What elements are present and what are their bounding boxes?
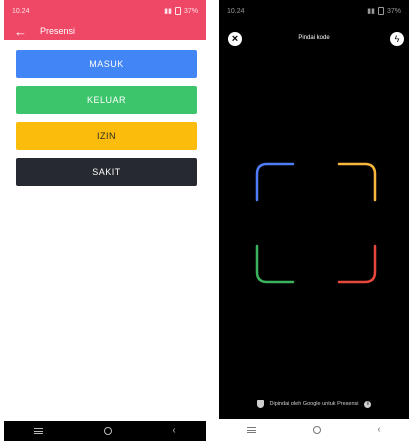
signal-icon: ▮▮ xyxy=(164,8,172,15)
footer-text: Dipindai oleh Google untuk Presensi xyxy=(269,401,359,407)
system-nav-bar: ‹ xyxy=(219,419,409,441)
sakit-button[interactable]: SAKIT xyxy=(16,158,197,186)
recent-apps-icon[interactable] xyxy=(34,428,44,434)
battery-icon xyxy=(377,7,384,15)
frame-corner-bottom-left xyxy=(255,244,295,284)
scanner-screen: 10.24 ▮▮ 37% × Pindai kode ϟ Dipindai ol… xyxy=(219,0,409,441)
nav-back-icon[interactable]: ‹ xyxy=(172,426,175,436)
masuk-button[interactable]: MASUK xyxy=(16,50,197,78)
frame-corner-top-right xyxy=(337,162,377,202)
system-nav-bar: ‹ xyxy=(4,421,206,441)
flash-icon[interactable]: ϟ xyxy=(390,32,404,46)
battery-level: 37% xyxy=(183,7,198,15)
presensi-screen: 10.24 ▮▮ 37% ← Presensi MASUK KELUAR IZI… xyxy=(4,0,206,441)
home-icon[interactable] xyxy=(103,427,112,435)
scanner-footer: Dipindai oleh Google untuk Presensi i xyxy=(219,400,409,408)
status-icons: ▮▮ 37% xyxy=(164,7,198,15)
recent-apps-icon[interactable] xyxy=(247,427,257,433)
info-icon[interactable]: i xyxy=(364,400,372,408)
status-icons: ▮▮ 37% xyxy=(367,7,401,15)
status-time: 10.24 xyxy=(12,7,30,15)
keluar-button[interactable]: KELUAR xyxy=(16,86,197,114)
home-icon[interactable] xyxy=(312,426,321,434)
app-bar: ← Presensi xyxy=(4,22,206,40)
izin-button[interactable]: IZIN xyxy=(16,122,197,150)
back-arrow-icon[interactable]: ← xyxy=(14,25,30,38)
battery-icon xyxy=(174,7,181,15)
signal-icon: ▮▮ xyxy=(367,8,375,15)
shield-icon xyxy=(256,400,264,408)
scan-frame xyxy=(255,162,377,284)
frame-corner-top-left xyxy=(255,162,295,202)
battery-level: 37% xyxy=(386,7,401,15)
scanner-title: Pindai kode xyxy=(298,35,330,41)
frame-corner-bottom-right xyxy=(337,244,377,284)
page-title: Presensi xyxy=(40,26,76,36)
status-bar: 10.24 ▮▮ 37% xyxy=(219,0,409,22)
status-time: 10.24 xyxy=(227,7,245,15)
scanner-header: × Pindai kode ϟ xyxy=(219,28,409,50)
nav-back-icon[interactable]: ‹ xyxy=(377,425,380,435)
status-bar: 10.24 ▮▮ 37% xyxy=(4,0,206,22)
